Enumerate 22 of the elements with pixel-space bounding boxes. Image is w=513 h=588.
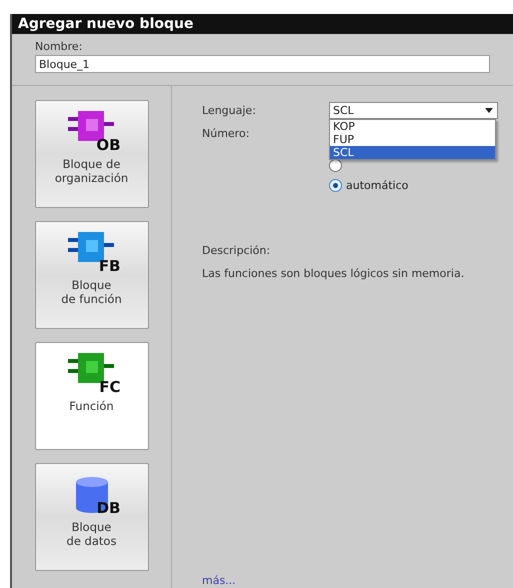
name-label: Nombre: bbox=[35, 40, 84, 53]
language-label: Lenguaje: bbox=[202, 104, 257, 117]
description-label: Descripción: bbox=[202, 244, 272, 257]
caret-icon bbox=[485, 108, 493, 113]
block-type-button[interactable]: FC Función bbox=[34, 342, 148, 450]
radio-button[interactable] bbox=[329, 179, 342, 192]
block-type-button[interactable]: OB Bloque de organización bbox=[34, 100, 148, 208]
name-field[interactable]: Bloque_1 bbox=[35, 55, 490, 73]
block-type-button[interactable]: FB Bloque de función bbox=[34, 221, 148, 329]
language-option[interactable]: FUP bbox=[330, 133, 495, 146]
radio-button[interactable] bbox=[329, 159, 342, 172]
block-code: OB bbox=[96, 137, 120, 153]
more-link[interactable]: más... bbox=[202, 574, 513, 588]
language-dropdown[interactable]: SCL bbox=[329, 102, 498, 119]
language-option[interactable]: SCL bbox=[330, 146, 495, 159]
description-text: Las funciones son bloques lógicos sin memoria. bbox=[202, 267, 466, 280]
block-code: FC bbox=[99, 379, 120, 395]
radio-label: automático bbox=[346, 179, 408, 192]
language-option[interactable]: KOP bbox=[330, 120, 495, 133]
window-title: Agregar nuevo bloque bbox=[12, 14, 513, 34]
number-label: Número: bbox=[202, 127, 250, 142]
block-code: FB bbox=[98, 258, 120, 274]
